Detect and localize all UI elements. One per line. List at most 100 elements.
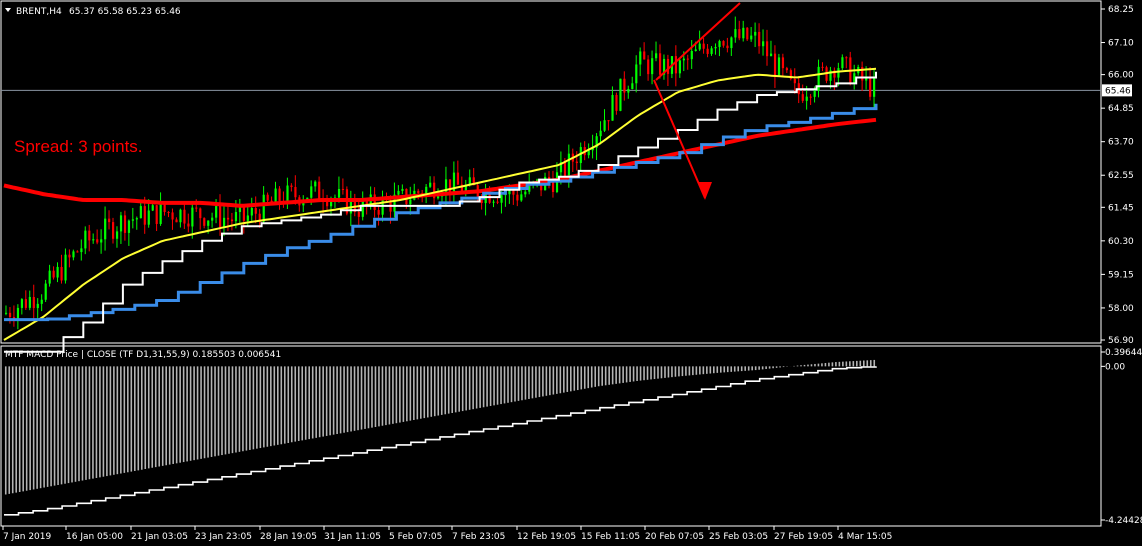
candle-body — [266, 194, 269, 201]
candle-body — [444, 179, 448, 194]
price-axis-label: 64.85 — [1108, 104, 1134, 114]
current-price-value: 65.46 — [1105, 86, 1131, 96]
candle-body — [4, 312, 8, 314]
chart-background — [0, 0, 1142, 546]
price-axis-label: 60.30 — [1108, 237, 1134, 247]
candle-body — [361, 200, 364, 217]
time-axis-label: 25 Feb 03:05 — [709, 532, 768, 542]
symbol-timeframe: BRENT,H4 — [16, 7, 62, 17]
price-axis-label: 63.70 — [1108, 138, 1134, 148]
candle-body — [758, 31, 761, 47]
candle-body — [179, 209, 182, 223]
candle-body — [246, 215, 249, 221]
candle-body — [401, 188, 404, 191]
candle-body — [869, 76, 872, 97]
candle-body — [750, 35, 753, 40]
macd-axis-label: -4.244281 — [1105, 516, 1142, 526]
candle-body — [278, 188, 281, 202]
candle-body — [238, 207, 242, 213]
candle-body — [674, 56, 678, 74]
candle-body — [635, 64, 638, 84]
candle-body — [115, 231, 119, 239]
candle-body — [96, 239, 99, 243]
price-axis-label: 66.00 — [1108, 71, 1134, 81]
candle-body — [24, 299, 27, 308]
price-axis-label: 56.90 — [1108, 336, 1134, 346]
candle-body — [234, 212, 238, 222]
candle-body — [452, 172, 456, 194]
candle-body — [290, 185, 293, 187]
candle-body — [563, 161, 567, 177]
candle-body — [738, 29, 741, 39]
price-axis-label: 62.55 — [1108, 171, 1134, 181]
candle-body — [409, 199, 412, 205]
candle-body — [623, 78, 626, 93]
candle-body — [706, 48, 709, 54]
spread-label: Spread: 3 points. — [14, 137, 143, 156]
candle-body — [56, 266, 59, 278]
candle-body — [607, 120, 610, 122]
candle-body — [215, 205, 218, 218]
candle-body — [781, 57, 785, 69]
candle-body — [520, 194, 523, 201]
candle-body — [68, 254, 71, 258]
candle-body — [647, 59, 650, 75]
candle-body — [219, 205, 222, 228]
candle-body — [766, 41, 769, 57]
candle-body — [20, 299, 24, 308]
candle-body — [567, 153, 571, 177]
candle-body — [873, 77, 876, 97]
candle-body — [32, 297, 35, 309]
candle-body — [619, 78, 622, 111]
trading-chart[interactable]: 68.25 67.10 66.00 64.85 63.70 62.55 61.45 60.30… — [0, 0, 1142, 546]
candle-body — [294, 186, 297, 198]
candle-body — [92, 239, 95, 241]
candle-body — [373, 194, 376, 211]
candle-body — [341, 188, 345, 190]
candle-body — [496, 201, 499, 203]
candle-body — [191, 207, 194, 227]
candle-body — [785, 68, 789, 71]
candle-body — [183, 209, 186, 224]
time-axis-label: 28 Jan 19:05 — [260, 532, 317, 542]
candle-body — [250, 208, 253, 216]
candle-body — [195, 207, 198, 209]
candle-body — [8, 312, 12, 317]
candle-body — [143, 206, 146, 225]
candle-body — [76, 251, 79, 253]
candle-body — [682, 58, 685, 61]
candle-body — [773, 53, 777, 76]
time-axis-label: 15 Feb 11:05 — [581, 532, 640, 542]
candle-body — [837, 68, 840, 78]
candle-body — [72, 251, 75, 258]
candle-body — [131, 219, 135, 221]
candle-body — [207, 220, 210, 226]
candle-body — [746, 27, 749, 40]
candle-body — [853, 73, 856, 84]
candle-body — [80, 248, 83, 253]
macd-indicator-title: MTF MACD Price | CLOSE (TF D1,31,55,9) 0… — [5, 350, 281, 360]
candle-body — [437, 196, 440, 199]
candle-body — [651, 58, 654, 75]
candle-body — [734, 29, 737, 38]
candle-body — [318, 181, 321, 199]
ohlc-readout: 65.37 65.58 65.23 65.46 — [69, 7, 181, 17]
candle-body — [135, 218, 138, 220]
candle-body — [524, 191, 527, 195]
candle-body — [690, 50, 693, 60]
time-axis-label: 31 Jan 11:05 — [324, 532, 381, 542]
candle-body — [698, 43, 701, 50]
candle-body — [500, 195, 503, 203]
time-axis-label: 20 Feb 07:05 — [645, 532, 704, 542]
candle-body — [448, 179, 452, 194]
candle-body — [714, 47, 717, 49]
candle-body — [203, 218, 206, 226]
candle-body — [16, 307, 20, 319]
candle-body — [226, 217, 230, 220]
candle-body — [262, 194, 265, 222]
candle-body — [199, 208, 202, 219]
candle-body — [722, 41, 725, 46]
candle-body — [551, 181, 555, 192]
candle-body — [639, 51, 642, 65]
candle-body — [603, 120, 606, 131]
